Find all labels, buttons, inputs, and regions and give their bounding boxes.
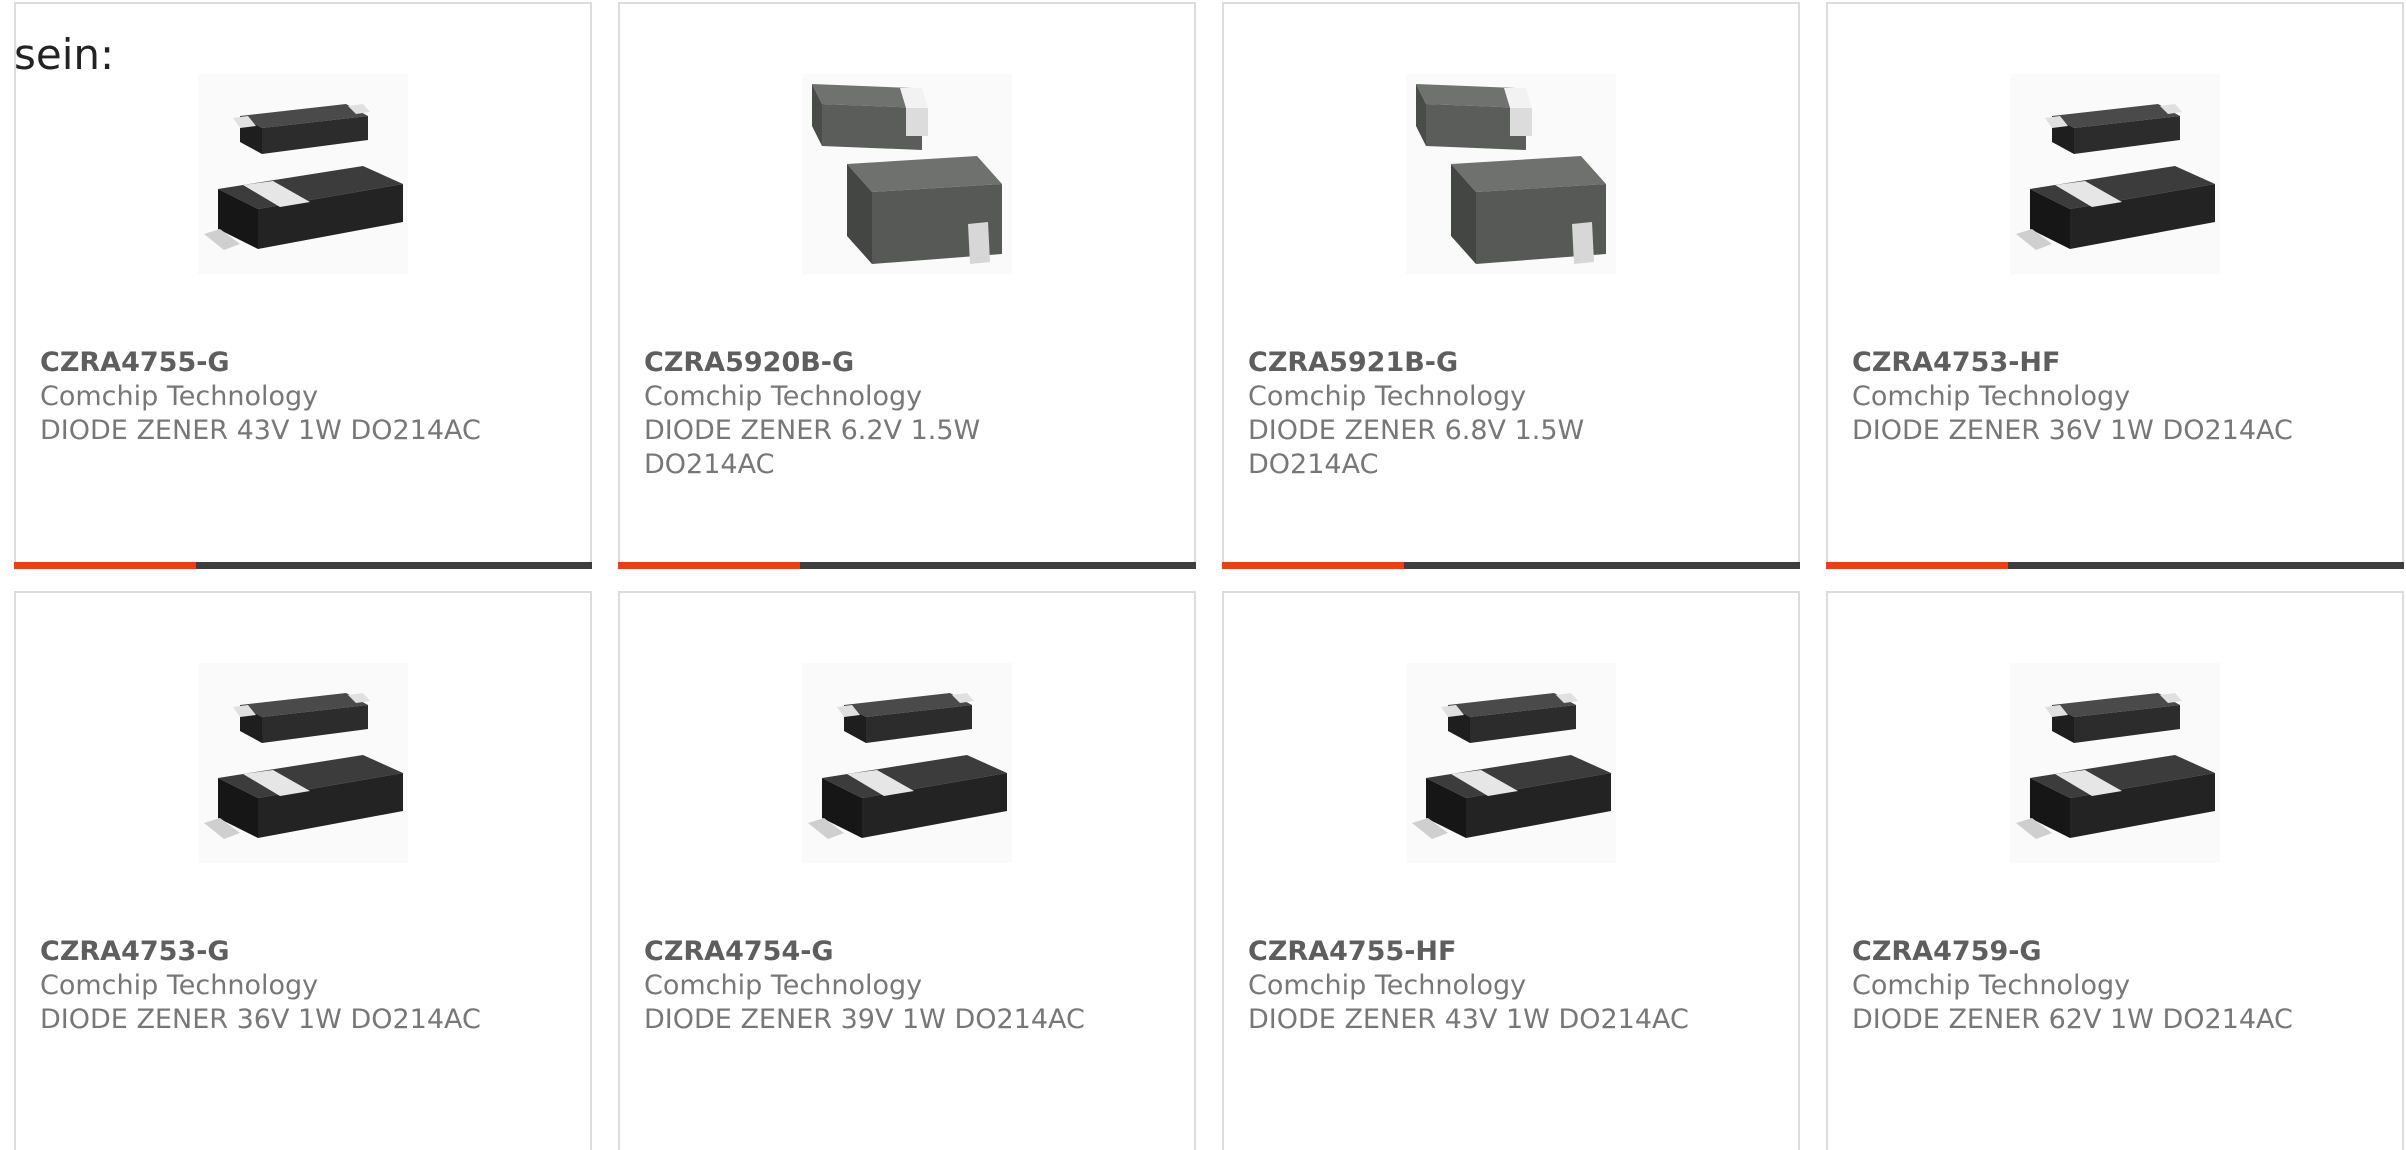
product-image[interactable] (198, 663, 408, 863)
product-info: CZRA4759-G Comchip Technology DIODE ZENER … (1852, 935, 2312, 1037)
product-info: CZRA4753-HF Comchip Technology DIODE ZENER… (1852, 346, 2312, 448)
sma-diode-package-icon (2016, 104, 2215, 250)
sma-diode-package-icon (1412, 693, 1611, 839)
product-info: CZRA4755-G Comchip Technology DIODE ZENER … (40, 346, 500, 448)
product-info: CZRA4754-G Comchip Technology DIODE ZENER … (644, 935, 1104, 1037)
product-description: DIODE ZENER 36V 1W DO214AC (40, 1004, 481, 1035)
product-manufacturer: Comchip Technology (644, 970, 923, 1001)
product-part-number[interactable]: CZRA4753-G (40, 935, 500, 969)
product-part-number[interactable]: CZRA4754-G (644, 935, 1104, 969)
product-manufacturer: Comchip Technology (40, 970, 319, 1001)
product-part-number[interactable]: CZRA4755-G (40, 346, 500, 380)
product-card[interactable]: CZRA4753-G Comchip Technology DIODE ZENER … (14, 591, 592, 1150)
card-accent-strip (1826, 562, 2008, 569)
card-accent-strip (1222, 562, 1404, 569)
product-manufacturer: Comchip Technology (1248, 381, 1527, 412)
product-description: DIODE ZENER 6.2V 1.5W DO214AC (644, 415, 981, 480)
product-card[interactable]: CZRA4759-G Comchip Technology DIODE ZENER … (1826, 591, 2404, 1150)
product-description: DIODE ZENER 62V 1W DO214AC (1852, 1004, 2293, 1035)
product-image[interactable] (802, 74, 1012, 274)
product-description: DIODE ZENER 39V 1W DO214AC (644, 1004, 1085, 1035)
molded-diode-package-icon (812, 84, 1002, 264)
product-manufacturer: Comchip Technology (1852, 381, 2131, 412)
product-info: CZRA5920B-G Comchip Technology DIODE ZENER… (644, 346, 1104, 482)
molded-diode-package-icon (1416, 84, 1606, 264)
product-grid-page: sein: CZRA4755-G Comchip Technology DIODE … (0, 0, 2406, 1150)
card-footer-bar (1222, 562, 1800, 569)
card-accent-strip (618, 562, 800, 569)
product-info: CZRA5921B-G Comchip Technology DIODE ZENER… (1248, 346, 1708, 482)
product-manufacturer: Comchip Technology (1852, 970, 2131, 1001)
sma-diode-package-icon (204, 693, 403, 839)
sma-diode-package-icon (204, 104, 403, 250)
card-footer-bar (618, 562, 1196, 569)
product-card[interactable]: CZRA5921B-G Comchip Technology DIODE ZENER… (1222, 2, 1800, 569)
product-image[interactable] (802, 663, 1012, 863)
card-footer-bar (14, 562, 592, 569)
product-part-number[interactable]: CZRA4753-HF (1852, 346, 2312, 380)
product-info: CZRA4755-HF Comchip Technology DIODE ZENER… (1248, 935, 1708, 1037)
product-image[interactable] (1406, 74, 1616, 274)
card-footer-bar (1826, 562, 2404, 569)
product-card[interactable]: CZRA4755-HF Comchip Technology DIODE ZENER… (1222, 591, 1800, 1150)
product-image[interactable] (2010, 663, 2220, 863)
product-description: DIODE ZENER 36V 1W DO214AC (1852, 415, 2293, 446)
sma-diode-package-icon (2016, 693, 2215, 839)
product-card[interactable]: CZRA4754-G Comchip Technology DIODE ZENER … (618, 591, 1196, 1150)
product-manufacturer: Comchip Technology (40, 381, 319, 412)
product-description: DIODE ZENER 43V 1W DO214AC (40, 415, 481, 446)
product-manufacturer: Comchip Technology (644, 381, 923, 412)
product-card[interactable]: CZRA4755-G Comchip Technology DIODE ZENER … (14, 2, 592, 569)
product-card[interactable]: CZRA5920B-G Comchip Technology DIODE ZENER… (618, 2, 1196, 569)
product-description: DIODE ZENER 6.8V 1.5W DO214AC (1248, 415, 1585, 480)
product-part-number[interactable]: CZRA5921B-G (1248, 346, 1708, 380)
product-part-number[interactable]: CZRA4759-G (1852, 935, 2312, 969)
product-image[interactable] (1406, 663, 1616, 863)
product-card[interactable]: CZRA4753-HF Comchip Technology DIODE ZENER… (1826, 2, 2404, 569)
product-description: DIODE ZENER 43V 1W DO214AC (1248, 1004, 1689, 1035)
product-part-number[interactable]: CZRA5920B-G (644, 346, 1104, 380)
sma-diode-package-icon (808, 693, 1007, 839)
intro-text: sein: (14, 30, 115, 79)
product-part-number[interactable]: CZRA4755-HF (1248, 935, 1708, 969)
product-manufacturer: Comchip Technology (1248, 970, 1527, 1001)
product-info: CZRA4753-G Comchip Technology DIODE ZENER … (40, 935, 500, 1037)
card-accent-strip (14, 562, 196, 569)
product-image[interactable] (198, 74, 408, 274)
product-image[interactable] (2010, 74, 2220, 274)
